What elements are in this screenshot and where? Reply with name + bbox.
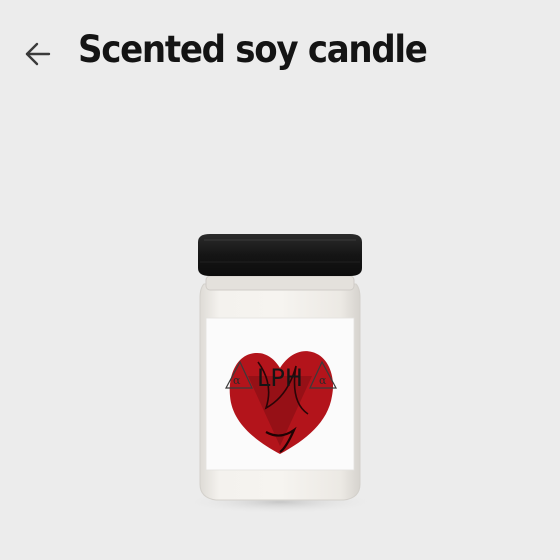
label-text: LPH [257, 364, 303, 392]
arrow-left-icon [25, 42, 51, 66]
page-title: Scented soy candle [78, 28, 428, 71]
top-bar: Scented soy candle [0, 0, 560, 110]
screen: Scented soy candle α α LPH [0, 0, 560, 560]
back-button[interactable] [18, 34, 58, 74]
label-alpha-right: α [319, 374, 327, 387]
label-alpha-left: α [233, 374, 241, 387]
product-image: α α LPH [170, 226, 390, 526]
candle-jar: α α LPH [182, 234, 378, 514]
